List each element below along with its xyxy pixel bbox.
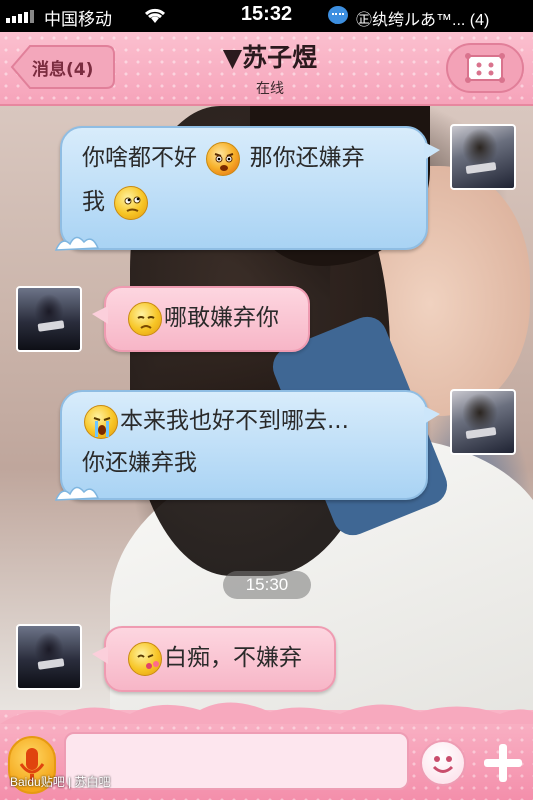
message-text: 我 bbox=[82, 189, 105, 215]
menu-button[interactable] bbox=[446, 43, 524, 93]
message-bubble[interactable]: 哪敢嫌弃你 bbox=[92, 286, 310, 352]
thinking-emoji-icon bbox=[114, 185, 149, 220]
menu-icon bbox=[465, 53, 505, 83]
emoji-button[interactable] bbox=[420, 740, 466, 786]
emoji-smile-icon bbox=[432, 756, 454, 773]
chat-notification-icon bbox=[328, 6, 348, 24]
message-text: 本来我也好不到哪去... bbox=[120, 408, 349, 434]
message-text: 你啥都不好 bbox=[82, 145, 197, 171]
message-text: 你还嫌弃我 bbox=[82, 450, 197, 476]
back-button[interactable]: 消息(4) bbox=[10, 44, 116, 90]
sad-emoji-icon bbox=[128, 301, 162, 336]
plus-icon bbox=[484, 744, 522, 782]
contact-avatar[interactable] bbox=[450, 389, 516, 455]
my-avatar[interactable] bbox=[16, 624, 82, 690]
message-bubble[interactable]: 本来我也好不到哪去... 你还嫌弃我 bbox=[54, 390, 440, 501]
message-text: 白痴，不嫌弃 bbox=[164, 645, 302, 671]
input-bar: Baidu贴吧 | 苏白吧 bbox=[0, 702, 533, 800]
contact-status: 在线 bbox=[256, 81, 284, 97]
watermark: Baidu贴吧 | 苏白吧 bbox=[10, 775, 111, 789]
status-bar: 中国移动 15:32 ㊣纨绔ルあ™... (4) bbox=[0, 0, 533, 32]
back-button-label: 消息(4) bbox=[32, 60, 94, 80]
message-bubble[interactable]: 白痴，不嫌弃 bbox=[92, 626, 336, 692]
cloud-decoration-icon bbox=[0, 702, 533, 724]
message-bubble[interactable]: 你啥都不好 那你还嫌弃 我 bbox=[54, 126, 440, 251]
contact-name[interactable]: ▼苏子煜 bbox=[150, 38, 390, 74]
more-button[interactable] bbox=[480, 738, 526, 788]
wave-decoration-icon bbox=[54, 236, 100, 251]
crying-emoji-icon bbox=[84, 404, 118, 439]
my-avatar[interactable] bbox=[16, 286, 82, 352]
chat-area[interactable]: 你啥都不好 那你还嫌弃 我 哪敢嫌弃你 本来我也好不到哪去... 你还嫌弃我 1… bbox=[0, 106, 533, 710]
wave-decoration-icon bbox=[54, 486, 100, 501]
contact-avatar[interactable] bbox=[450, 124, 516, 190]
angry-emoji-icon bbox=[206, 141, 241, 176]
kiss-emoji-icon bbox=[128, 641, 162, 676]
timestamp: 15:30 bbox=[223, 571, 311, 599]
nav-bar: 消息(4) ▼苏子煜 在线 bbox=[0, 32, 533, 106]
notification-text: ㊣纨绔ルあ™... (4) bbox=[356, 12, 490, 29]
message-text: 那你还嫌弃 bbox=[249, 145, 365, 171]
message-input[interactable] bbox=[64, 732, 409, 790]
message-text: 哪敢嫌弃你 bbox=[164, 305, 279, 331]
